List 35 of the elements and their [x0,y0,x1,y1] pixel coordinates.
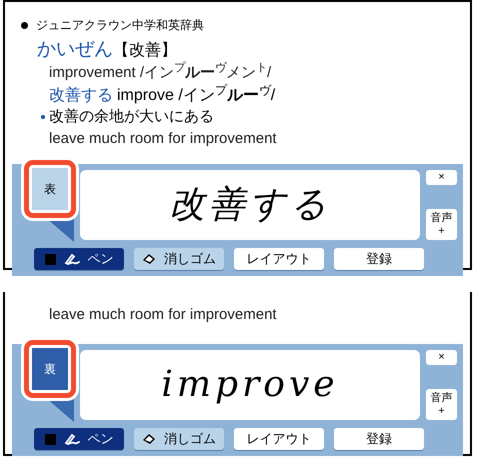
pen-button[interactable]: ペン [34,248,124,270]
handwritten-ink: improve [161,367,339,403]
voice-button[interactable]: 音声 + [426,209,457,240]
side-toggle-tab[interactable]: 表 [32,168,68,210]
eraser-icon [142,253,156,265]
headword-kanji: 【改善】 [113,40,177,61]
pen-icon [64,253,80,265]
voice-button[interactable]: 音声 + [426,389,457,420]
close-button[interactable]: × [426,350,457,365]
pen-button[interactable]: ペン [34,428,124,450]
phrase-term: 改善する [49,85,113,106]
bullet-icon [21,22,28,28]
writing-area[interactable]: improve [80,350,420,420]
close-button[interactable]: × [426,170,457,185]
action-button[interactable]: 登録 [334,248,424,270]
translation: leave much room for improvement [49,129,277,149]
color-swatch-icon [44,434,56,444]
translation: improve /イン$^{プ}$ルー$^{ヴ}$/ [117,84,276,106]
action-button[interactable]: レイアウト [234,248,324,270]
translation: leave much room for improvement [49,305,277,325]
side-toggle-tab[interactable]: 裏 [32,348,68,390]
eraser-button[interactable]: 消しゴム [134,248,224,270]
eraser-icon [142,433,156,445]
dictionary-name: ジュニアクラウン中学和英辞典 [36,17,204,34]
translation: improvement /イン$^{プ}$ルー$^{ヴ}$メン$^{ト}$/ [49,62,272,83]
color-swatch-icon [44,254,56,264]
handwritten-ink: 改善する [169,187,331,223]
writing-area[interactable]: 改善する [80,170,420,240]
example-sentence: 改善の余地が大いにある [49,106,214,127]
action-button[interactable]: 登録 [334,428,424,450]
bullet-icon [41,115,45,119]
eraser-button[interactable]: 消しゴム [134,428,224,450]
headword: かいぜん [37,38,113,62]
action-button[interactable]: レイアウト [234,428,324,450]
pen-icon [64,433,80,445]
